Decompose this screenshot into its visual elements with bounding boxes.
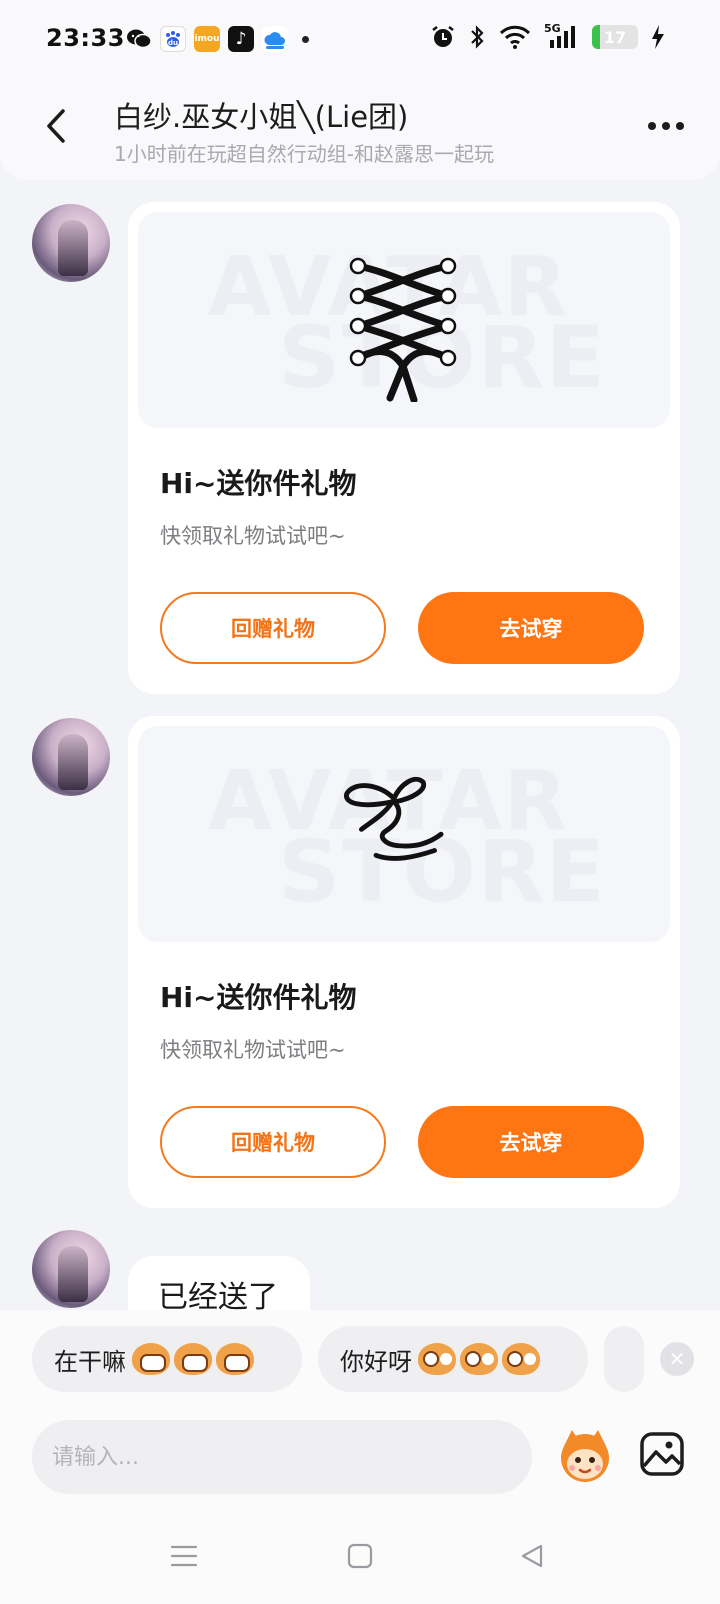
more-dot-icon <box>648 122 656 130</box>
try-on-button[interactable]: 去试穿 <box>418 592 644 664</box>
bluetooth-icon <box>471 25 484 49</box>
wave-monkey-emoji-icon <box>418 1343 456 1375</box>
gift-image[interactable]: AVATAR STORE <box>138 212 670 428</box>
chat-subtitle: 1小时前在玩超自然行动组-和赵露思一起玩 <box>114 142 494 166</box>
wifi-icon <box>499 25 531 49</box>
chevron-left-icon <box>47 109 65 143</box>
charging-icon <box>652 25 664 49</box>
signal-icon: 5G <box>544 22 580 50</box>
quick-reply-chip-partial[interactable] <box>604 1326 644 1392</box>
gift-image[interactable]: AVATAR STORE <box>138 726 670 942</box>
gift-description: 快领取礼物试试吧~ <box>160 524 346 548</box>
svg-text:du: du <box>168 39 178 47</box>
wave-monkey-emoji-icon <box>502 1343 540 1375</box>
chat-header: 白纱.巫女小姐╲(Lie团) 1小时前在玩超自然行动组-和赵露思一起玩 <box>0 82 720 180</box>
quick-reply-chip[interactable]: 你好呀 <box>318 1326 588 1392</box>
close-icon: ✕ <box>668 1347 686 1371</box>
more-options-button[interactable] <box>648 122 684 130</box>
try-on-button[interactable]: 去试穿 <box>418 1106 644 1178</box>
alarm-icon <box>432 26 454 47</box>
gift-title: Hi~送你件礼物 <box>160 467 357 500</box>
wechat-icon <box>126 26 152 52</box>
gift-description: 快领取礼物试试吧~ <box>160 1038 346 1062</box>
system-icons: 5G 17 <box>430 22 666 50</box>
sender-avatar[interactable] <box>32 1230 110 1308</box>
gift-card[interactable]: AVATAR STORE Hi~送你件礼物 快领取礼物试试吧~ 回赠礼物 去试穿 <box>128 202 680 694</box>
status-bar: 23:33 du imou ♪ 5G 17 <box>0 0 720 82</box>
more-dot-icon <box>676 122 684 130</box>
close-quick-replies-button[interactable]: ✕ <box>660 1342 694 1376</box>
corset-lace-icon <box>349 257 457 402</box>
sticker-button[interactable] <box>554 1424 616 1486</box>
grin-monkey-emoji-icon <box>132 1343 170 1375</box>
message-input[interactable] <box>32 1420 532 1494</box>
baidu-icon: du <box>160 26 186 52</box>
chat-screen: 23:33 du imou ♪ 5G 17 白纱.巫女小姐╲(Lie团) 1小时… <box>0 0 720 1604</box>
ribbon-bow-icon <box>344 776 444 861</box>
grin-monkey-emoji-icon <box>216 1343 254 1375</box>
system-navigation-bar <box>0 1500 720 1604</box>
more-dot-icon <box>662 122 670 130</box>
emoji-row <box>132 1343 254 1375</box>
gift-card[interactable]: AVATAR STORE Hi~送你件礼物 快领取礼物试试吧~ 回赠礼物 去试穿 <box>128 716 680 1208</box>
status-time: 23:33 <box>46 24 125 52</box>
image-icon <box>640 1432 684 1476</box>
quick-reply-label: 在干嘛 <box>54 1347 126 1376</box>
back-triangle-icon <box>521 1544 543 1568</box>
imou-icon: imou <box>194 26 220 52</box>
chat-title[interactable]: 白纱.巫女小姐╲(Lie团) <box>114 94 408 136</box>
nav-menu-button[interactable] <box>164 1536 204 1576</box>
wave-monkey-emoji-icon <box>460 1343 498 1375</box>
battery-indicator: 17 <box>592 25 638 49</box>
return-gift-button[interactable]: 回赠礼物 <box>160 1106 386 1178</box>
menu-icon <box>170 1545 198 1567</box>
grin-monkey-emoji-icon <box>174 1343 212 1375</box>
battery-level: 17 <box>603 27 627 47</box>
monkey-sticker-icon <box>561 1430 609 1482</box>
more-notifications-dot <box>302 35 309 43</box>
nav-back-button[interactable] <box>512 1536 552 1576</box>
sender-avatar[interactable] <box>32 204 110 282</box>
quick-reply-chip[interactable]: 在干嘛 <box>32 1326 302 1392</box>
image-picker-button[interactable] <box>638 1430 686 1478</box>
back-button[interactable] <box>36 106 76 146</box>
tiktok-icon: ♪ <box>228 26 254 52</box>
home-square-icon <box>347 1543 373 1569</box>
cloud-icon <box>262 26 288 52</box>
quick-reply-label: 你好呀 <box>340 1347 412 1376</box>
sender-avatar[interactable] <box>32 718 110 796</box>
gift-title: Hi~送你件礼物 <box>160 981 357 1014</box>
return-gift-button[interactable]: 回赠礼物 <box>160 592 386 664</box>
emoji-row <box>418 1343 540 1375</box>
notification-icons: du imou ♪ <box>126 26 309 52</box>
nav-home-button[interactable] <box>340 1536 380 1576</box>
